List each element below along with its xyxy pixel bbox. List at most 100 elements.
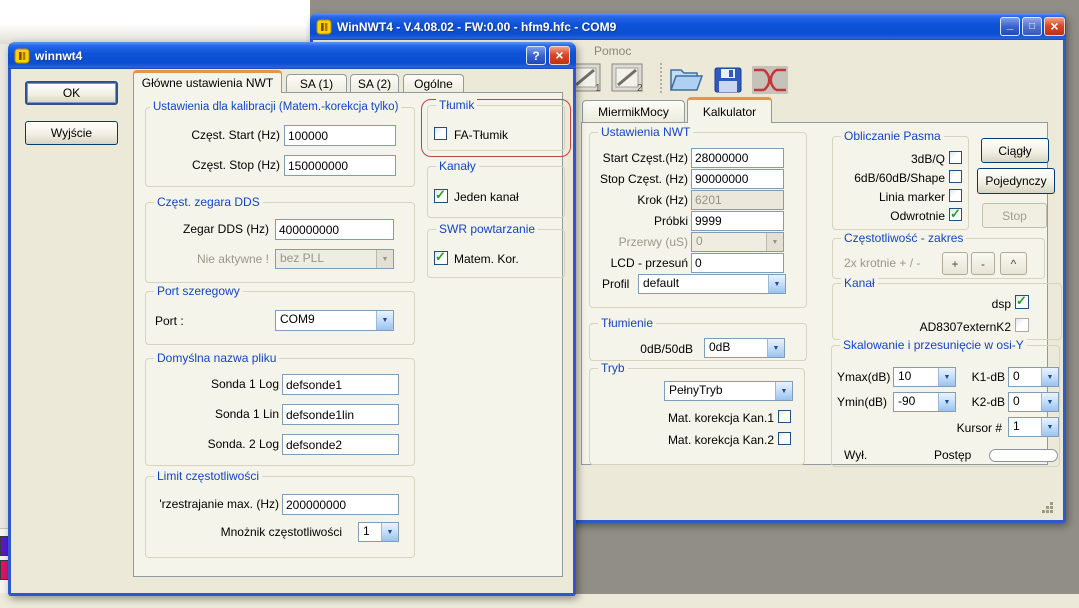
tab-label: SA (1) — [300, 77, 333, 91]
port-combo[interactable]: COM9 ▼ — [275, 310, 394, 331]
czest-start-input[interactable] — [284, 125, 396, 146]
zakres-minus-button[interactable]: - — [971, 252, 995, 275]
background-topleft — [0, 0, 310, 44]
combo-value: 10 — [894, 368, 938, 386]
toolbar-icon-2[interactable]: 2 — [610, 61, 647, 97]
wyjscie-button[interactable]: Wyjście — [25, 121, 118, 145]
maximize-button[interactable]: □ — [1022, 17, 1042, 36]
group-caption: Kanały — [436, 159, 479, 173]
sonda1-log-label: Sonda 1 Log — [159, 377, 279, 391]
tab-label: SA (2) — [358, 77, 391, 91]
sonda2-log-input[interactable] — [282, 434, 399, 455]
jeden-kanal-checkbox[interactable]: ✓ — [434, 189, 448, 203]
dialog-title: winnwt4 — [35, 49, 576, 63]
start-czest-input[interactable] — [691, 148, 784, 168]
close-button[interactable]: × — [1044, 17, 1065, 36]
krok-label: Krok (Hz) — [584, 193, 688, 207]
matem-kor-checkbox[interactable]: ✓ — [434, 251, 448, 265]
kalkulator-panel: Ustawienia NWT Start Częst.(Hz) Stop Czę… — [581, 122, 1048, 465]
combo-value: default — [639, 275, 768, 293]
tryb-combo[interactable]: PełnyTryb ▼ — [664, 381, 793, 401]
combo-value: 1 — [359, 523, 381, 541]
tab-label: Ogólne — [414, 77, 453, 91]
chevron-down-icon: ▼ — [1041, 418, 1058, 436]
glowne-ustawienia-panel: Ustawienia dla kalibracji (Matem.-korekc… — [133, 92, 563, 577]
zegar-dds-input[interactable] — [275, 219, 394, 240]
kursor-combo[interactable]: 1 ▼ — [1008, 417, 1059, 437]
open-file-icon[interactable] — [667, 63, 705, 98]
mat-korekcja-kan2-checkbox[interactable] — [778, 432, 791, 445]
tlumienie-combo[interactable]: 0dB ▼ — [704, 338, 785, 358]
zakres-plus-button[interactable]: + — [942, 252, 968, 275]
mat-korekcja-kan2-label: Mat. korekcja Kan.2 — [653, 433, 774, 447]
sonda1-lin-label: Sonda 1 Lin — [159, 407, 279, 421]
combo-value: 1 — [1009, 418, 1041, 436]
ok-button[interactable]: OK — [25, 81, 118, 105]
group-caption: Tryb — [598, 361, 628, 375]
svg-text:1: 1 — [595, 83, 601, 94]
cb-odwrotnie-checkbox[interactable]: ✓ — [949, 208, 962, 221]
stop-button: Stop — [982, 203, 1047, 228]
combo-value: -90 — [894, 393, 938, 411]
jeden-kanal-label: Jeden kanał — [454, 190, 519, 204]
chevron-down-icon: ▼ — [938, 368, 955, 386]
resize-grip[interactable] — [1036, 498, 1056, 516]
probki-input[interactable] — [691, 211, 784, 231]
group-caption: Limit częstotliwości — [154, 469, 262, 483]
chevron-down-icon: ▼ — [376, 311, 393, 330]
sonda2-log-label: Sonda. 2 Log — [159, 437, 279, 451]
cb-linia-marker-label: Linia marker — [834, 190, 945, 204]
dsp-checkbox[interactable]: ✓ — [1015, 295, 1029, 309]
ymax-combo[interactable]: 10 ▼ — [893, 367, 956, 387]
fa-tlumik-checkbox[interactable] — [434, 127, 447, 140]
combo-value: 0 — [1009, 368, 1041, 386]
dsp-label: dsp — [951, 297, 1011, 311]
minimize-button[interactable]: _ — [1000, 17, 1020, 36]
help-button[interactable]: ? — [526, 46, 546, 65]
sonda1-lin-input[interactable] — [282, 404, 399, 425]
tab-miermikmocy[interactable]: MiermikMocy — [582, 100, 685, 122]
czest-stop-input[interactable] — [284, 155, 396, 176]
dialog-titlebar[interactable]: winnwt4 ? × — [8, 42, 576, 69]
group-dds: Częst. zegara DDS — [145, 202, 415, 283]
lcd-input[interactable] — [691, 253, 784, 273]
group-caption: Częstotliwość - zakres — [841, 231, 966, 245]
dialog-close-button[interactable]: × — [549, 46, 570, 65]
k2-combo[interactable]: 0 ▼ — [1008, 392, 1059, 412]
cb-6db-checkbox[interactable] — [949, 170, 962, 183]
tab-sa2[interactable]: SA (2) — [350, 74, 399, 93]
close-icon: × — [1050, 18, 1058, 34]
dialog-client: OK Wyjście Główne ustawienia NWT SA (1) … — [11, 69, 573, 593]
combo-value: COM9 — [276, 311, 376, 330]
sweep-icon[interactable] — [751, 65, 789, 98]
mnoznik-combo[interactable]: 1 ▼ — [358, 522, 399, 542]
przestrajanie-max-input[interactable] — [282, 494, 399, 515]
group-caption: Tłumik — [436, 98, 477, 112]
krok-input — [691, 190, 784, 210]
postep-progressbar — [989, 449, 1058, 462]
mat-korekcja-kan1-checkbox[interactable] — [778, 410, 791, 423]
tab-ogolne[interactable]: Ogólne — [403, 74, 464, 93]
app-icon — [14, 48, 30, 64]
combo-value: 0 — [1009, 393, 1041, 411]
k1-combo[interactable]: 0 ▼ — [1008, 367, 1059, 387]
tab-glowne-ustawienia[interactable]: Główne ustawienia NWT — [133, 70, 282, 93]
ciagly-button[interactable]: Ciągły — [981, 138, 1049, 163]
menu-pomoc[interactable]: Pomoc — [594, 44, 631, 58]
tab-sa1[interactable]: SA (1) — [286, 74, 347, 93]
stop-czest-input[interactable] — [691, 169, 784, 189]
zakres-caret-button[interactable]: ^ — [1000, 252, 1027, 275]
ymin-combo[interactable]: -90 ▼ — [893, 392, 956, 412]
main-window-titlebar[interactable]: WinNWT4 - V.4.08.02 - FW:0.00 - hfm9.hfc… — [310, 13, 1066, 40]
tlumienie-label: 0dB/50dB — [613, 342, 693, 356]
sonda1-log-input[interactable] — [282, 374, 399, 395]
cb-3db-checkbox[interactable] — [949, 151, 962, 164]
group-caption: Tłumienie — [598, 316, 656, 330]
save-icon[interactable] — [713, 66, 745, 97]
cb-linia-marker-checkbox[interactable] — [949, 189, 962, 202]
tab-kalkulator[interactable]: Kalkulator — [687, 97, 772, 123]
profil-combo[interactable]: default ▼ — [638, 274, 786, 294]
fa-tlumik-label: FA-Tłumik — [454, 128, 508, 142]
pojedynczy-button[interactable]: Pojedynczy — [977, 168, 1055, 194]
chevron-down-icon: ▼ — [766, 233, 783, 251]
